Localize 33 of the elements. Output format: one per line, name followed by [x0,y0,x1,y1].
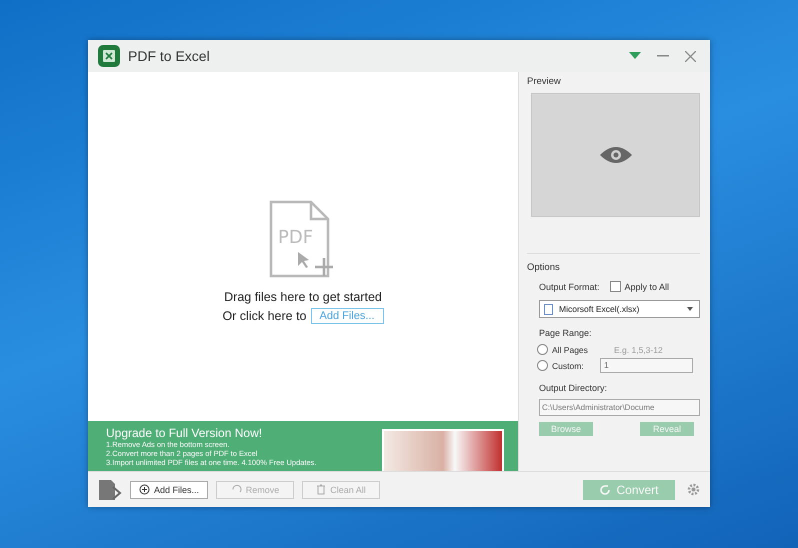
drop-instruction: Or click here to [222,308,307,322]
document-icon [544,304,553,314]
banner-title: Upgrade to Full Version Now! [106,426,264,440]
directory-field[interactable]: C:\Users\Administrator\Docume [539,399,700,416]
close-icon[interactable] [685,50,696,62]
window-title: PDF to Excel [128,48,210,64]
options-heading: Options [527,262,561,273]
minimize-icon[interactable] [657,55,669,57]
range-option-label: All Pages [552,344,589,354]
refresh-icon [599,484,612,496]
add-files-button[interactable]: Add Files... [310,308,384,324]
output-format-label: Output Format: [539,282,600,292]
settings-icon[interactable] [687,483,700,496]
plus-circle-icon [138,484,150,495]
page-range-label: Page Range: [539,328,593,338]
toolbar-button[interactable]: Add Files... [130,480,208,498]
apply-to-all-checkbox[interactable] [610,281,621,292]
format-dropdown[interactable]: Micorsoft Excel(.xlsx) [539,300,700,318]
radio-button[interactable] [537,360,548,371]
custom-range-field[interactable]: 1 [600,358,693,373]
caret-icon [687,307,693,311]
radio-button[interactable] [537,344,548,355]
preview-label: Preview [527,76,562,87]
trash-icon [316,484,326,495]
apply-to-all-label: Apply to All [624,282,670,292]
range-option-label: Custom: [552,360,585,370]
drop-instruction: Drag files here to get started [224,290,382,304]
range-hint: E.g. 1,5,3-12 [614,344,663,354]
eye-icon [598,145,632,165]
drop-area[interactable]: PDF Drag files here to get started Or click here to Add Files... [88,72,518,421]
dropdown-icon[interactable] [629,52,641,60]
output-directory-label: Output Directory: [539,383,608,393]
spreadsheet-logo-icon [98,45,120,67]
